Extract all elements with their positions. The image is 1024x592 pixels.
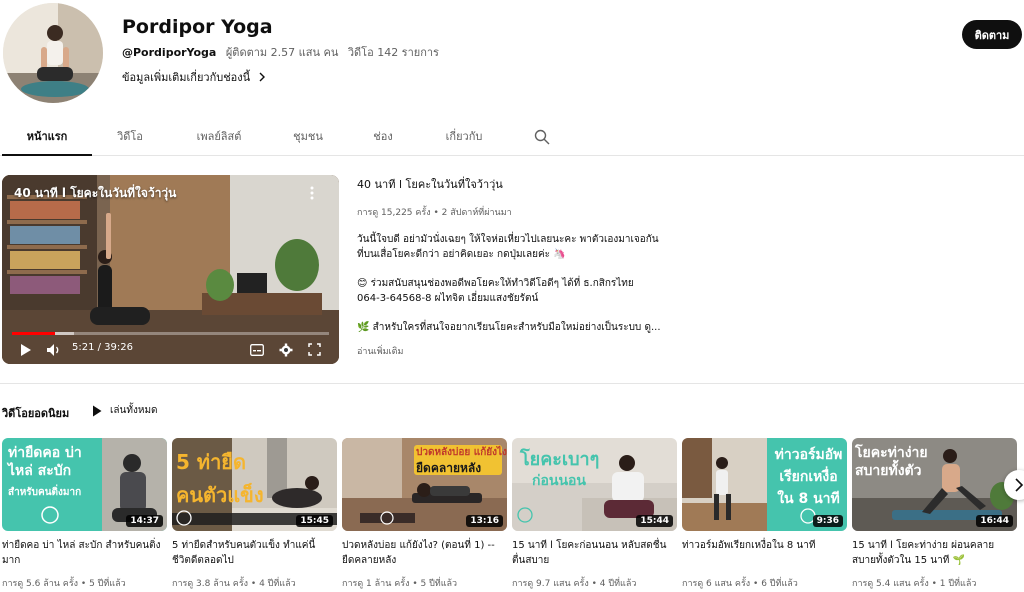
video-thumbnail[interactable]: โยคะเบาๆ ก่อนนอน 15:44 bbox=[512, 438, 677, 531]
search-icon[interactable] bbox=[534, 129, 550, 145]
popular-section-title: วิดีโอยอดนิยม bbox=[2, 407, 70, 420]
video-card[interactable]: ท่าวอร์มอัพ เรียกเหงื่อ ใน 8 นาที 9:36 ท… bbox=[682, 438, 847, 589]
video-thumbnail[interactable]: ท่าวอร์มอัพ เรียกเหงื่อ ใน 8 นาที 9:36 bbox=[682, 438, 847, 531]
more-vert-icon[interactable] bbox=[309, 186, 315, 200]
play-icon[interactable] bbox=[20, 343, 32, 357]
video-meta: การดู 6 แสน ครั้ง • 6 ปีที่แล้ว bbox=[682, 579, 798, 589]
video-meta: การดู 3.8 ล้าน ครั้ง • 4 ปีที่แล้ว bbox=[172, 579, 296, 589]
thumbnail-caption: 5 ท่ายืด bbox=[176, 450, 246, 474]
play-icon bbox=[93, 405, 102, 416]
video-title[interactable]: ท่ายืดคอ บ่า ไหล่ สะบัก สำหรับคนติ่งมาก bbox=[2, 538, 164, 568]
thumbnail-caption: โยคะเบาๆ bbox=[520, 449, 600, 470]
video-meta: การดู 5.4 แสน ครั้ง • 1 ปีที่แล้ว bbox=[852, 579, 977, 589]
thumbnail-caption: ท่ายืดคอ บ่า ไหล่ สะบัก bbox=[8, 445, 82, 479]
video-meta: การดู 5.6 ล้าน ครั้ง • 5 ปีที่แล้ว bbox=[2, 579, 126, 589]
carousel-next-button[interactable] bbox=[1004, 470, 1024, 500]
video-thumbnail[interactable]: ปวดหลังบ่อย แก้ยังไง? ยืดคลายหลัง 13:16 bbox=[342, 438, 507, 531]
settings-gear-icon[interactable] bbox=[279, 343, 293, 357]
duration-badge: 13:16 bbox=[466, 515, 503, 527]
channel-handle: @PordiporYoga bbox=[122, 46, 217, 59]
duration-badge: 15:45 bbox=[296, 515, 333, 527]
video-title[interactable]: 15 นาที l โยคะท่าง่าย ผ่อนคลายสบายทั้งตั… bbox=[852, 538, 1014, 568]
chevron-right-icon bbox=[259, 72, 266, 82]
featured-overlay-title: 40 นาที l โยคะในวันที่ใจว้าวุ่น bbox=[14, 186, 177, 200]
thumbnail-caption: ปวดหลังบ่อย แก้ยังไง? bbox=[416, 447, 507, 458]
subscribe-button[interactable]: ติดตาม bbox=[962, 20, 1022, 49]
avatar-image bbox=[3, 3, 103, 103]
desc-line-2: ที่บนเสื่อโยคะดีกว่า อย่าคิดเยอะ กดปุ่มเ… bbox=[357, 249, 566, 260]
duration-badge: 15:44 bbox=[636, 515, 673, 527]
chevron-right-icon bbox=[1015, 478, 1024, 492]
channel-name: Pordipor Yoga bbox=[122, 16, 273, 38]
fullscreen-icon[interactable] bbox=[308, 343, 321, 356]
duration-badge: 14:37 bbox=[126, 515, 163, 527]
thumbnail-subcaption: ยืดคลายหลัง bbox=[416, 461, 482, 475]
video-count: วิดีโอ 142 รายการ bbox=[347, 46, 439, 59]
featured-title[interactable]: 40 นาที l โยคะในวันที่ใจว้าวุ่น bbox=[357, 175, 503, 193]
video-card[interactable]: ท่ายืดคอ บ่า ไหล่ สะบัก สำหรับคนติ่งมาก … bbox=[2, 438, 167, 589]
tab-home[interactable]: หน้าแรก bbox=[2, 118, 92, 156]
thumbnail-caption: ท่าวอร์มอัพ เรียกเหงื่อ bbox=[774, 447, 843, 485]
tab-playlists[interactable]: เพลย์ลิสต์ bbox=[180, 118, 258, 156]
section-divider bbox=[0, 383, 1024, 384]
subtitles-icon[interactable] bbox=[250, 344, 264, 356]
video-card[interactable]: 5 ท่ายืด คนตัวแข็ง 15:45 5 ท่ายืดสำหรับค… bbox=[172, 438, 337, 589]
tab-channels[interactable]: ช่อง bbox=[358, 118, 408, 156]
thumbnail-subcaption: สำหรับคนติ่งมาก bbox=[8, 487, 82, 498]
featured-video-player[interactable]: 40 นาที l โยคะในวันที่ใจว้าวุ่น 5:21 / 3… bbox=[2, 175, 339, 364]
desc-line-5: 🌿 สำหรับใครที่สนใจอยากเรียนโยคะสำหรับมือ… bbox=[357, 322, 661, 333]
video-meta: การดู 9.7 แสน ครั้ง • 4 ปีที่แล้ว bbox=[512, 579, 637, 589]
volume-icon[interactable] bbox=[46, 343, 62, 357]
video-title[interactable]: 15 นาที l โยคะก่อนนอน หลับสดชื่นตื่นสบาย bbox=[512, 538, 674, 568]
more-info-link[interactable]: ข้อมูลเพิ่มเติมเกี่ยวกับช่องนี้ bbox=[122, 68, 268, 86]
channel-tabs: หน้าแรก วิดีโอ เพลย์ลิสต์ ชุมชน ช่อง เกี… bbox=[0, 118, 1024, 156]
desc-line-1: วันนี้ใจบดี อย่ามัวนั่งเฉยๆ ให้ใจห่อเหี่… bbox=[357, 234, 659, 245]
progress-bar[interactable] bbox=[12, 332, 329, 335]
video-thumbnail[interactable]: 5 ท่ายืด คนตัวแข็ง 15:45 bbox=[172, 438, 337, 531]
video-card[interactable]: ปวดหลังบ่อย แก้ยังไง? ยืดคลายหลัง 13:16 … bbox=[342, 438, 507, 589]
video-title[interactable]: ท่าวอร์มอัพเรียกเหงื่อใน 8 นาที bbox=[682, 538, 844, 553]
progress-fill bbox=[12, 332, 56, 335]
featured-description: วันนี้ใจบดี อย่ามัวนั่งเฉยๆ ให้ใจห่อเหี่… bbox=[357, 232, 661, 335]
video-card[interactable]: โยคะเบาๆ ก่อนนอน 15:44 15 นาที l โยคะก่อ… bbox=[512, 438, 677, 589]
video-title[interactable]: ปวดหลังบ่อย แก้ยังไง? (ตอนที่ 1) -- ยืดค… bbox=[342, 538, 504, 568]
player-time: 5:21 / 39:26 bbox=[72, 342, 134, 353]
tab-about[interactable]: เกี่ยวกับ bbox=[428, 118, 500, 156]
thumbnail-subcaption: สบายทั้งตัว bbox=[855, 463, 922, 479]
video-card[interactable]: โยคะท่าง่าย สบายทั้งตัว 16:44 15 นาที l … bbox=[852, 438, 1017, 589]
duration-badge: 16:44 bbox=[976, 515, 1013, 527]
tab-community[interactable]: ชุมชน bbox=[278, 118, 338, 156]
desc-line-3: 😊 ร่วมสนับสนุนช่องพอดีพอโยคะให้ทำวิดีโอด… bbox=[357, 278, 634, 289]
thumbnail-subcaption: ก่อนนอน bbox=[532, 473, 587, 489]
video-thumbnail[interactable]: โยคะท่าง่าย สบายทั้งตัว 16:44 bbox=[852, 438, 1017, 531]
more-info-label: ข้อมูลเพิ่มเติมเกี่ยวกับช่องนี้ bbox=[122, 71, 251, 84]
thumbnail-subcaption: คนตัวแข็ง bbox=[176, 483, 264, 507]
video-thumbnail[interactable]: ท่ายืดคอ บ่า ไหล่ สะบัก สำหรับคนติ่งมาก … bbox=[2, 438, 167, 531]
player-controls: 5:21 / 39:26 bbox=[2, 336, 339, 364]
video-title[interactable]: 5 ท่ายืดสำหรับคนตัวแข็ง ทำแค่นี้ชีวิตดีต… bbox=[172, 538, 334, 568]
thumbnail-subcaption: ใน 8 นาที bbox=[777, 491, 840, 507]
duration-badge: 9:36 bbox=[812, 515, 843, 527]
play-all-label: เล่นทั้งหมด bbox=[110, 405, 158, 416]
video-meta: การดู 1 ล้าน ครั้ง • 5 ปีที่แล้ว bbox=[342, 579, 458, 589]
read-more-link[interactable]: อ่านเพิ่มเติม bbox=[357, 344, 403, 358]
play-all-button[interactable]: เล่นทั้งหมด bbox=[92, 403, 158, 418]
featured-stats: การดู 15,225 ครั้ง • 2 สัปดาห์ที่ผ่านมา bbox=[357, 208, 512, 218]
tab-videos[interactable]: วิดีโอ bbox=[100, 118, 160, 156]
channel-meta: @PordiporYoga ผู้ติดตาม 2.57 แสน คน วิดี… bbox=[122, 43, 439, 61]
subscriber-count: ผู้ติดตาม 2.57 แสน คน bbox=[225, 46, 339, 59]
channel-avatar[interactable] bbox=[3, 3, 103, 103]
desc-line-4: 064-3-64568-8 ผไทจิต เอี่ยมแสงชัยรัตน์ bbox=[357, 293, 539, 304]
